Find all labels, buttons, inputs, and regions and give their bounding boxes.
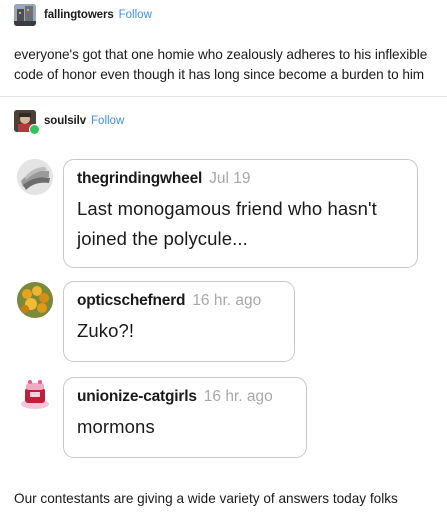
comment3-avatar[interactable] xyxy=(17,377,53,413)
comment1-time[interactable]: Jul 19 xyxy=(209,170,250,188)
post1-text: everyone's got that one homie who zealou… xyxy=(14,47,428,82)
comment2-bubble: opticschefnerd 16 hr. ago Zuko?! xyxy=(63,281,295,362)
post1-author[interactable]: fallingtowers xyxy=(44,9,114,21)
comment1-body: Last monogamous friend who hasn't joined… xyxy=(77,198,377,249)
post-divider xyxy=(0,96,447,97)
green-badge-icon xyxy=(29,124,40,135)
comment2-avatar[interactable] xyxy=(17,282,53,318)
comment2-author[interactable]: opticschefnerd xyxy=(77,292,186,310)
reblog-comment-text: Our contestants are giving a wide variet… xyxy=(14,491,398,506)
comment3-author[interactable]: unionize-catgirls xyxy=(77,388,197,406)
post2-header: soulsilv Follow xyxy=(14,110,124,135)
comment3-body: mormons xyxy=(77,416,155,437)
comment2-body: Zuko?! xyxy=(77,320,135,341)
comment1-bubble: thegrindingwheel Jul 19 Last monogamous … xyxy=(63,159,418,268)
post2-follow-button[interactable]: Follow xyxy=(91,115,124,127)
comment3-time[interactable]: 16 hr. ago xyxy=(204,388,273,406)
comment3-bubble: unionize-catgirls 16 hr. ago mormons xyxy=(63,377,307,458)
comment2-time[interactable]: 16 hr. ago xyxy=(192,292,261,310)
comment1-author[interactable]: thegrindingwheel xyxy=(77,170,202,188)
post2-author[interactable]: soulsilv xyxy=(44,115,86,127)
post1-follow-button[interactable]: Follow xyxy=(119,9,152,21)
post1-header: fallingtowers Follow xyxy=(14,4,152,26)
building-avatar-icon[interactable] xyxy=(14,4,36,26)
comment1-avatar[interactable] xyxy=(17,159,53,195)
